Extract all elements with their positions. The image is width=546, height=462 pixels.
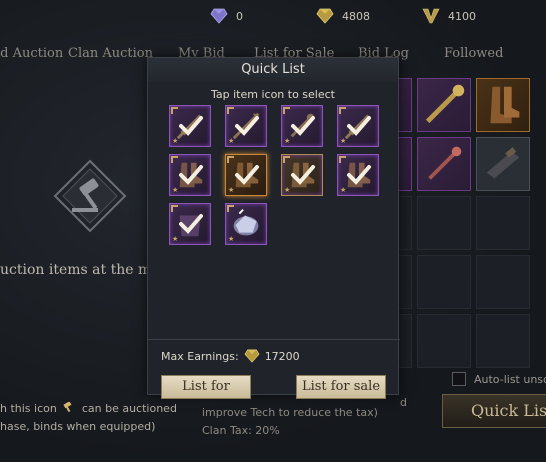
inventory-slot[interactable]	[417, 255, 471, 309]
inventory-slot[interactable]	[417, 314, 471, 368]
purple-diamond-icon	[210, 8, 228, 24]
auto-list-checkbox[interactable]	[452, 372, 466, 386]
star-icon: ★	[228, 186, 235, 194]
max-earnings: Max Earnings: 17200	[161, 349, 300, 363]
note-text: h this icon	[0, 402, 57, 415]
check-icon	[235, 165, 259, 185]
quick-list-dialog: Quick List Tap item icon to select ★ ★ ★…	[147, 57, 400, 399]
item-slot-sword[interactable]: ★	[169, 105, 211, 147]
inventory-slot[interactable]	[417, 137, 471, 191]
gold-diamond-icon	[244, 349, 260, 363]
earnings-label: Max Earnings:	[161, 349, 239, 363]
inventory-slot[interactable]	[476, 137, 530, 191]
currency-value: 0	[236, 9, 243, 23]
empty-list-message: uction items at the m	[0, 262, 152, 278]
check-icon	[179, 214, 203, 234]
list-for-button[interactable]: List for	[161, 375, 251, 399]
star-icon: ★	[172, 186, 179, 194]
item-slot-sword[interactable]: ★	[337, 105, 379, 147]
check-icon	[291, 165, 315, 185]
item-slot-crystal[interactable]: ★	[225, 203, 267, 245]
currency-purple-diamond: 0	[210, 8, 243, 24]
star-icon: ★	[172, 137, 179, 145]
star-icon: ★	[228, 235, 235, 243]
inventory-slot[interactable]	[417, 196, 471, 250]
item-slot-spear[interactable]: ★	[225, 105, 267, 147]
boots-item-icon	[490, 86, 520, 124]
item-slot-boots[interactable]: ★	[281, 154, 323, 196]
auctionable-hammer-icon	[63, 401, 72, 413]
item-slot-boots[interactable]: ★	[337, 154, 379, 196]
auto-list-label: Auto-list unsc	[474, 372, 546, 386]
tax-hint: improve Tech to reduce the tax)	[202, 406, 378, 419]
item-slot-boots[interactable]: ★	[225, 154, 267, 196]
inventory-slot[interactable]	[476, 78, 530, 132]
star-icon: ★	[284, 186, 291, 194]
check-icon	[235, 116, 259, 136]
gun-item-icon	[486, 147, 520, 179]
inventory-slot[interactable]	[476, 196, 530, 250]
tab-followed[interactable]: Followed	[444, 46, 503, 61]
clan-tax: Clan Tax: 20%	[202, 424, 280, 437]
check-icon	[347, 165, 371, 185]
note-text-b: can be auctioned	[81, 402, 177, 415]
bind-note: hase, binds when equipped)	[0, 420, 156, 433]
star-icon: ★	[228, 137, 235, 145]
v-emblem-icon	[422, 8, 440, 24]
gavel-emblem-icon	[53, 159, 127, 233]
earnings-value: 17200	[264, 349, 300, 363]
wand-item-icon	[428, 146, 462, 180]
item-slot-boots[interactable]: ★	[169, 154, 211, 196]
tax-fragment: d	[400, 396, 407, 409]
quick-list-items: ★ ★ ★ ★ ★ ★ ★ ★ ★ ★	[169, 105, 379, 245]
dialog-instruction: Tap item icon to select	[211, 88, 335, 101]
currency-value: 4100	[448, 9, 476, 23]
auction-icon-note: h this icon can be auctioned	[0, 401, 177, 415]
star-icon: ★	[340, 186, 347, 194]
tab-clan-auction[interactable]: Clan Auction	[68, 46, 153, 61]
quick-list-button[interactable]: Quick List	[442, 394, 546, 428]
check-icon	[179, 116, 203, 136]
item-slot-armor[interactable]: ★	[169, 203, 211, 245]
currency-v-emblem: 4100	[422, 8, 476, 24]
tab-world-auction[interactable]: ld Auction	[0, 46, 63, 61]
inventory-slot[interactable]	[417, 78, 471, 132]
auto-list-option[interactable]: Auto-list unsc	[452, 372, 546, 386]
dialog-divider	[148, 339, 400, 340]
currency-value: 4808	[342, 9, 370, 23]
gold-diamond-icon	[316, 8, 334, 24]
currency-gold-diamond: 4808	[316, 8, 370, 24]
staff-item-icon	[425, 84, 465, 124]
check-icon	[291, 116, 315, 136]
inventory-slot[interactable]	[476, 314, 530, 368]
star-icon: ★	[284, 137, 291, 145]
star-icon: ★	[172, 235, 179, 243]
star-icon: ★	[340, 137, 347, 145]
list-for-sale-button[interactable]: List for sale	[296, 375, 386, 399]
dialog-title: Quick List	[148, 58, 398, 82]
item-slot-staff[interactable]: ★	[281, 105, 323, 147]
check-icon	[347, 116, 371, 136]
check-icon	[179, 165, 203, 185]
inventory-slot[interactable]	[476, 255, 530, 309]
